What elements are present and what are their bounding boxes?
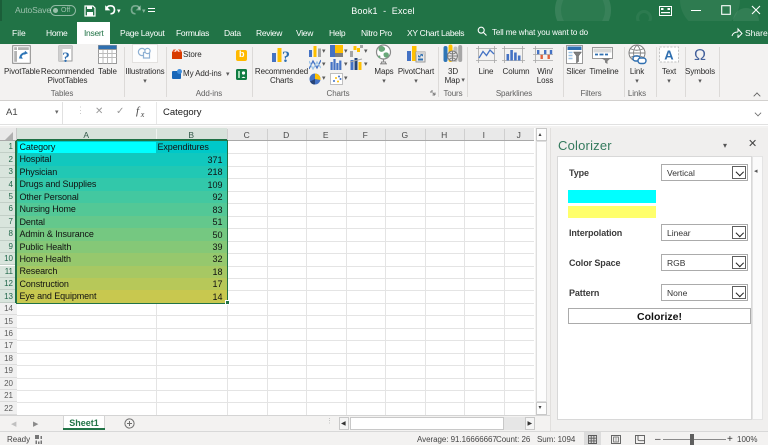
svg-text:?: ?	[62, 50, 70, 64]
svg-text:Ω: Ω	[694, 47, 706, 64]
svg-text:A: A	[664, 48, 674, 63]
svg-text:?: ?	[282, 49, 290, 65]
